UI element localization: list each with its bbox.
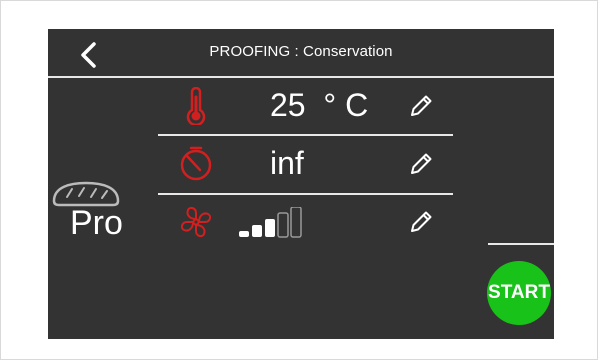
edit-time-button[interactable] — [408, 151, 434, 177]
touch-screen: PROOFING : Conservation Pro 25 ° C inf S… — [48, 29, 554, 339]
fan-level-bar — [265, 219, 275, 237]
page-title: PROOFING : Conservation — [209, 43, 393, 60]
pencil-icon — [411, 211, 432, 232]
device-frame: PROOFING : Conservation Pro 25 ° C inf S… — [0, 0, 598, 360]
pencil-icon — [411, 95, 432, 116]
pencil-icon — [411, 153, 432, 174]
timer-icon — [180, 146, 212, 181]
time-value: inf — [270, 145, 304, 181]
start-button[interactable]: START — [487, 261, 551, 325]
fan-icon — [180, 206, 212, 238]
program-indicator: Pro — [48, 179, 138, 249]
thermometer-icon — [186, 87, 206, 125]
edit-temperature-button[interactable] — [408, 93, 434, 119]
temperature-row: 25 ° C — [158, 79, 453, 131]
program-label: Pro — [70, 204, 123, 242]
row-divider — [158, 134, 453, 136]
time-row: inf — [158, 137, 453, 189]
fan-level-indicator — [239, 207, 302, 238]
edit-fan-button[interactable] — [408, 209, 434, 235]
fan-row — [158, 195, 453, 247]
header-divider — [48, 76, 554, 78]
fan-level-bar — [277, 212, 289, 238]
fan-level-bar — [252, 225, 262, 237]
fan-level-bar — [239, 231, 249, 237]
temperature-value: 25 ° C — [270, 87, 369, 123]
fan-level-bar — [290, 207, 302, 238]
start-divider — [488, 243, 554, 245]
